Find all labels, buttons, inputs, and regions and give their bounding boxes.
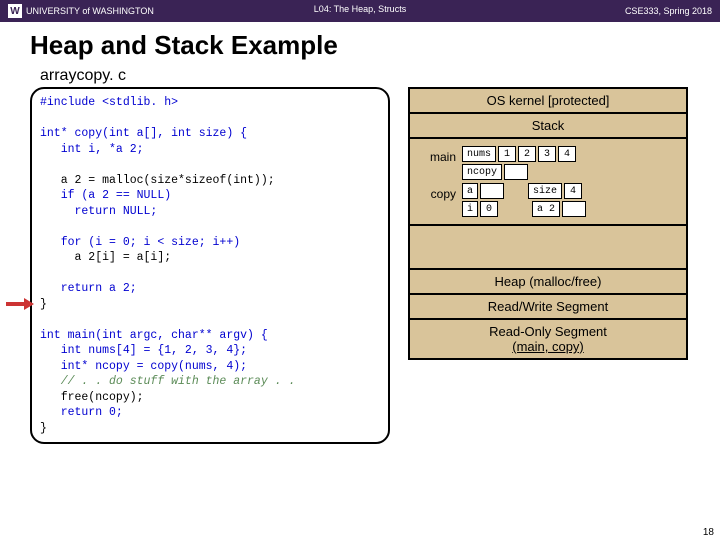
a2-label: a 2 bbox=[532, 201, 560, 217]
i-label: i bbox=[462, 201, 478, 217]
source-file-label: arraycopy. c bbox=[40, 67, 690, 85]
a-val bbox=[480, 183, 504, 199]
ncopy-val bbox=[504, 164, 528, 180]
code-line: #include <stdlib. h> bbox=[40, 96, 178, 109]
code-line: // . . do stuff with the array . . bbox=[40, 375, 295, 388]
size-val: 4 bbox=[564, 183, 582, 199]
nums-1: 2 bbox=[518, 146, 536, 162]
code-line: int nums[4] = {1, 2, 3, 4}; bbox=[40, 344, 247, 357]
code-listing: #include <stdlib. h> int* copy(int a[], … bbox=[30, 87, 390, 444]
code-line: int i, *a 2; bbox=[40, 143, 144, 156]
lecture-title: L04: The Heap, Structs bbox=[314, 4, 406, 14]
slide-header: W UNIVERSITY of WASHINGTON L04: The Heap… bbox=[0, 0, 720, 22]
mem-ro-line2: (main, copy) bbox=[416, 339, 680, 354]
pointer-arrow-icon bbox=[6, 298, 34, 310]
mem-kernel: OS kernel [protected] bbox=[410, 89, 686, 114]
code-line: int main(int argc, char** argv) { bbox=[40, 329, 268, 342]
w-logo: W bbox=[8, 4, 22, 18]
code-line: return NULL; bbox=[40, 205, 157, 218]
ncopy-label: ncopy bbox=[462, 164, 502, 180]
mem-ro: Read-Only Segment (main, copy) bbox=[410, 320, 686, 358]
nums-3: 4 bbox=[558, 146, 576, 162]
mem-empty bbox=[410, 226, 686, 270]
code-line: } bbox=[40, 422, 47, 435]
mem-ro-line1: Read-Only Segment bbox=[416, 324, 680, 339]
page-title: Heap and Stack Example bbox=[30, 30, 690, 61]
a2-val bbox=[562, 201, 586, 217]
nums-2: 3 bbox=[538, 146, 556, 162]
code-line: } bbox=[40, 298, 47, 311]
slide-body: Heap and Stack Example arraycopy. c #inc… bbox=[0, 22, 720, 444]
nums-0: 1 bbox=[498, 146, 516, 162]
code-line: free(ncopy); bbox=[40, 391, 144, 404]
code-line: a 2[i] = a[i]; bbox=[40, 251, 171, 264]
i-val: 0 bbox=[480, 201, 498, 217]
nums-label: nums bbox=[462, 146, 496, 162]
university-name: UNIVERSITY of WASHINGTON bbox=[26, 6, 154, 16]
page-number: 18 bbox=[703, 527, 714, 538]
frame-copy-label: copy bbox=[414, 183, 456, 201]
code-line: for (i = 0; i < size; i++) bbox=[40, 236, 240, 249]
frame-main: main nums 1 2 3 4 ncopy bbox=[414, 146, 682, 180]
code-line: if (a 2 == NULL) bbox=[40, 189, 171, 202]
code-line: a 2 = malloc(size*sizeof(int)); bbox=[40, 174, 275, 187]
stack-frames: main nums 1 2 3 4 ncopy bbox=[410, 139, 686, 226]
size-label: size bbox=[528, 183, 562, 199]
code-line: int* copy(int a[], int size) { bbox=[40, 127, 247, 140]
frame-copy: copy a size 4 i 0 bbox=[414, 183, 682, 217]
course-code: CSE333, Spring 2018 bbox=[625, 6, 712, 16]
code-line: return a 2; bbox=[40, 282, 137, 295]
memory-diagram: OS kernel [protected] Stack main nums 1 … bbox=[408, 87, 688, 360]
header-left: W UNIVERSITY of WASHINGTON bbox=[8, 4, 154, 18]
code-line: int* ncopy = copy(nums, 4); bbox=[40, 360, 247, 373]
code-line: return 0; bbox=[40, 406, 123, 419]
mem-rw: Read/Write Segment bbox=[410, 295, 686, 320]
mem-stack-label: Stack bbox=[410, 114, 686, 139]
frame-main-label: main bbox=[414, 146, 456, 164]
mem-heap: Heap (malloc/free) bbox=[410, 270, 686, 295]
a-label: a bbox=[462, 183, 478, 199]
